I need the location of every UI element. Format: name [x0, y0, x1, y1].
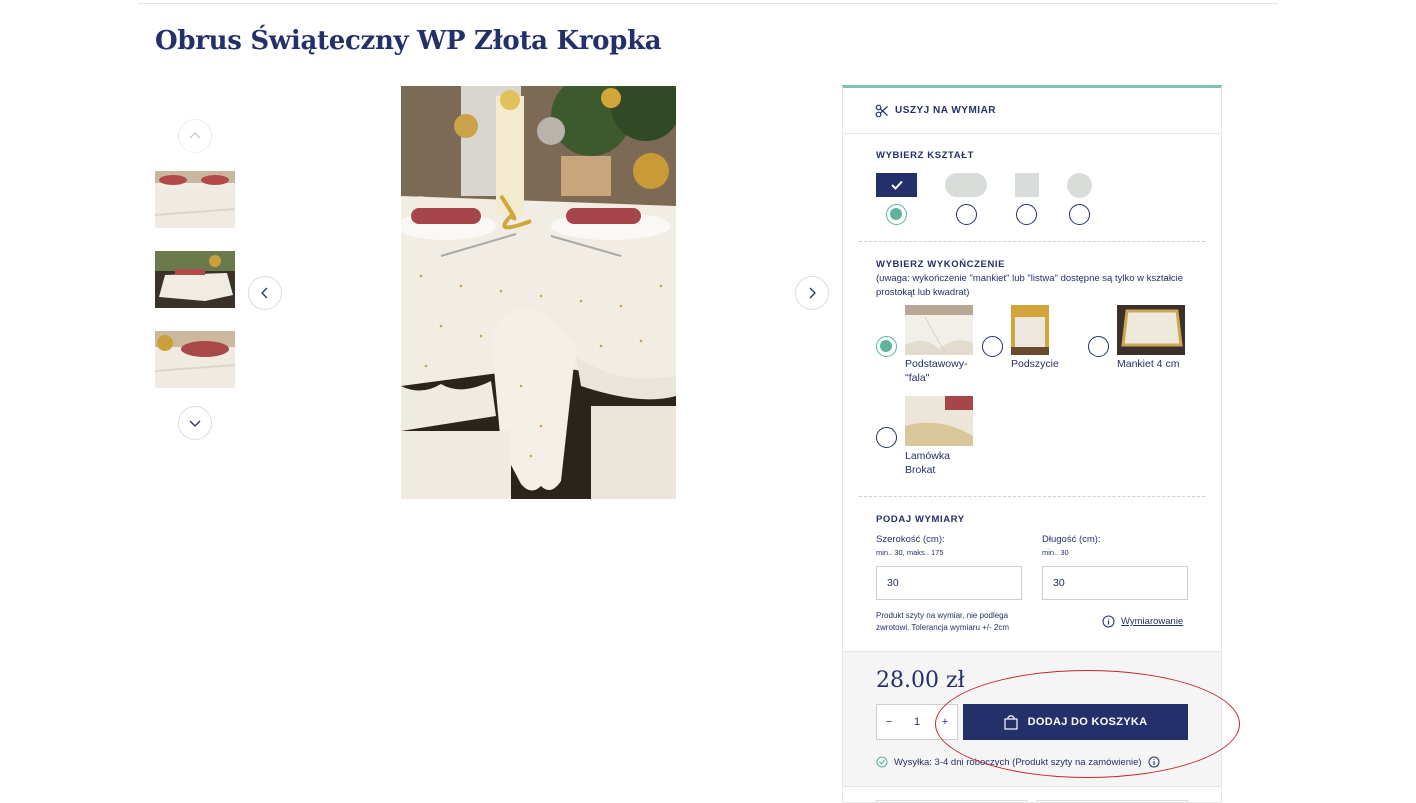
info-icon: [1102, 615, 1115, 628]
measure-guide-label[interactable]: Wymiarowanie: [1121, 616, 1183, 627]
product-price: 28.00 zł: [876, 668, 965, 693]
shape-section-label: WYBIERZ KSZTAŁT: [876, 150, 975, 161]
chevron-right-icon: [809, 287, 816, 299]
chevron-left-icon: [261, 287, 268, 299]
shape-oval-swatch[interactable]: [945, 173, 987, 197]
finish-hem-image[interactable]: [1011, 305, 1049, 355]
check-circle-icon: [876, 756, 888, 768]
shape-square-swatch[interactable]: [1015, 173, 1039, 197]
width-hint: min.. 30, maks.. 175: [876, 548, 944, 557]
qty-increase-button[interactable]: +: [933, 716, 957, 728]
finish-cuff-label: Mankiet 4 cm: [1117, 358, 1180, 370]
finish-hem-radio[interactable]: [982, 336, 1003, 357]
chevron-up-icon: [189, 132, 201, 139]
qty-value[interactable]: 1: [905, 716, 929, 728]
shipping-text: Wysyłka: 3-4 dni roboczych (Produkt szyt…: [894, 756, 1142, 768]
shape-oval-radio[interactable]: [956, 204, 977, 225]
finish-glitter-label: Lamówka Brokat: [905, 450, 950, 476]
width-label: Szerokość (cm):: [876, 534, 945, 545]
shape-circle-swatch[interactable]: [1067, 173, 1092, 198]
gallery-next-button[interactable]: [795, 276, 829, 310]
dimensions-section-label: PODAJ WYMIARY: [876, 514, 965, 525]
length-label: Długość (cm):: [1042, 534, 1101, 545]
gallery-prev-button[interactable]: [248, 276, 282, 310]
qty-decrease-button[interactable]: −: [877, 716, 901, 728]
shopping-bag-icon: [1004, 715, 1018, 730]
thumbs-down-button[interactable]: [178, 406, 212, 440]
shape-rectangle-swatch[interactable]: [876, 173, 917, 197]
top-divider: [138, 3, 1278, 4]
finish-cuff-image[interactable]: [1117, 305, 1185, 355]
shape-circle-radio[interactable]: [1069, 204, 1090, 225]
length-input[interactable]: [1042, 566, 1188, 600]
finish-basic-radio[interactable]: [876, 336, 897, 357]
buy-box: 28.00 zł − 1 + DODAJ DO KOSZYKA Wysyłka:…: [843, 651, 1221, 787]
custom-size-disclaimer: Produkt szyty na wymiar, nie podlega zwr…: [876, 611, 1010, 632]
add-to-cart-button[interactable]: DODAJ DO KOSZYKA: [963, 704, 1188, 740]
page-title: Obrus Świąteczny WP Złota Kropka: [155, 26, 662, 56]
divider: [859, 241, 1205, 242]
finish-glitter-image[interactable]: [905, 396, 973, 446]
divider: [859, 496, 1205, 497]
info-icon[interactable]: [1148, 756, 1160, 768]
shape-square-radio[interactable]: [1016, 204, 1037, 225]
custom-size-label: USZYJ NA WYMIAR: [895, 105, 997, 116]
scissors-icon: [875, 104, 888, 117]
configurator-panel: USZYJ NA WYMIAR WYBIERZ KSZTAŁT WYBIERZ …: [842, 85, 1222, 803]
finish-note: (uwaga: wykończenie "mankiet" lub "listw…: [876, 273, 1184, 298]
shipping-info: Wysyłka: 3-4 dni roboczych (Produkt szyt…: [876, 756, 1160, 768]
finish-hem-label: Podszycie: [1011, 358, 1059, 370]
thumbnail-1[interactable]: [155, 171, 235, 228]
thumbs-up-button[interactable]: [178, 119, 212, 153]
length-hint: min.. 30: [1042, 548, 1069, 557]
finish-cuff-radio[interactable]: [1088, 336, 1109, 357]
finish-glitter-radio[interactable]: [876, 427, 897, 448]
custom-size-header: USZYJ NA WYMIAR: [843, 88, 1221, 134]
finish-basic-image[interactable]: [905, 305, 973, 355]
measure-guide-link[interactable]: Wymiarowanie: [1102, 615, 1183, 628]
chevron-down-icon: [189, 420, 201, 427]
checkmark-icon: [890, 180, 903, 190]
add-to-cart-label: DODAJ DO KOSZYKA: [1027, 716, 1148, 728]
shape-rectangle-radio[interactable]: [886, 204, 907, 225]
main-product-image[interactable]: [401, 86, 676, 499]
finish-section-label: WYBIERZ WYKOŃCZENIE: [876, 259, 1006, 270]
thumbnail-3[interactable]: [155, 331, 235, 388]
quantity-stepper[interactable]: − 1 +: [876, 704, 958, 740]
thumbnail-2[interactable]: [155, 251, 235, 308]
width-input[interactable]: [876, 566, 1022, 600]
finish-basic-label: Podstawowy-"fala": [905, 358, 968, 384]
